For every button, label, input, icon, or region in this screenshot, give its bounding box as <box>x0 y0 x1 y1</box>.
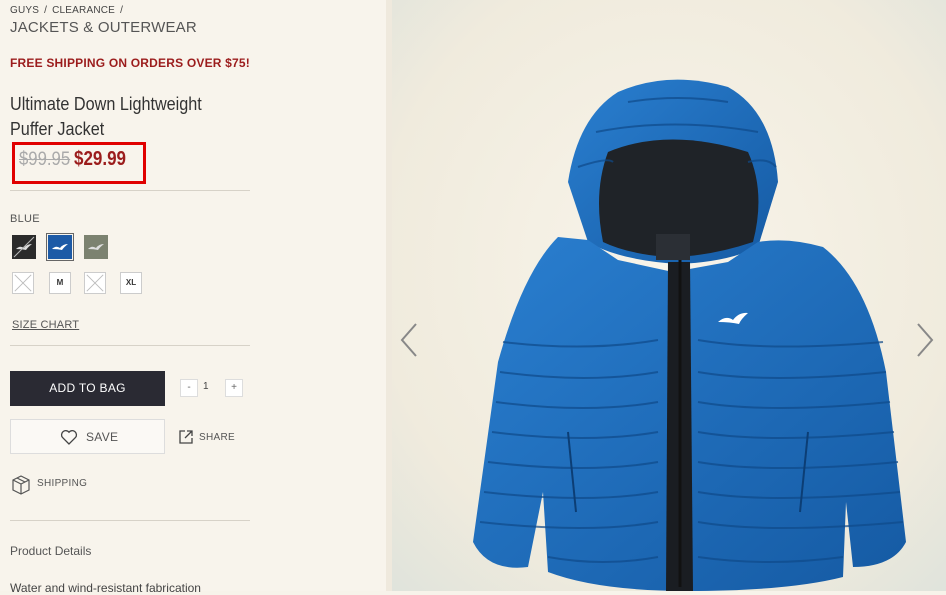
breadcrumb: GUYS / CLEARANCE / <box>10 5 128 16</box>
breadcrumb-clearance[interactable]: CLEARANCE <box>52 5 115 16</box>
quantity-increase-button[interactable]: + <box>225 379 243 397</box>
swatch-black-icon <box>12 235 36 259</box>
size-option-unavailable[interactable] <box>12 272 34 294</box>
product-info-panel: GUYS / CLEARANCE / JACKETS & OUTERWEAR FREE… <box>0 0 386 595</box>
divider <box>10 520 250 521</box>
jacket-product-image[interactable] <box>428 72 908 591</box>
unavailable-cross-icon <box>14 274 32 292</box>
box-icon <box>12 475 30 495</box>
sale-price: $29.99 <box>74 148 126 170</box>
size-option-m[interactable]: M <box>49 272 71 294</box>
swatch-olive[interactable] <box>84 235 108 259</box>
size-label: M <box>56 278 64 287</box>
product-title-line-2: Puffer Jacket <box>10 119 105 139</box>
original-price: $99.95 <box>19 149 71 170</box>
size-chart-link[interactable]: SIZE CHART <box>12 319 79 331</box>
save-button[interactable]: SAVE <box>10 419 165 454</box>
selected-color-label: BLUE <box>10 213 40 225</box>
unavailable-cross-icon <box>86 274 104 292</box>
swatch-blue[interactable] <box>46 233 74 261</box>
breadcrumb-separator: / <box>120 5 124 16</box>
heart-icon <box>60 430 78 445</box>
product-title-line-1: Ultimate Down Lightweight <box>10 94 202 114</box>
size-label: XL <box>125 278 137 287</box>
size-option-xl[interactable]: XL <box>120 272 142 294</box>
product-title: Ultimate Down Lightweight Puffer Jacket <box>10 92 226 142</box>
promo-banner: FREE SHIPPING ON ORDERS OVER $75! <box>10 56 250 70</box>
breadcrumb-guys[interactable]: GUYS <box>10 5 39 16</box>
chevron-left-icon[interactable] <box>398 320 420 360</box>
breadcrumb-separator: / <box>44 5 48 16</box>
share-icon[interactable] <box>178 429 194 445</box>
shipping-link[interactable]: SHIPPING <box>37 478 87 489</box>
divider <box>10 345 250 346</box>
add-to-bag-button[interactable]: ADD TO BAG <box>10 371 165 406</box>
share-link[interactable]: SHARE <box>199 432 235 443</box>
category-title[interactable]: JACKETS & OUTERWEAR <box>10 19 197 36</box>
save-label: SAVE <box>86 430 119 444</box>
swatch-black[interactable] <box>12 235 36 259</box>
quantity-decrease-button[interactable]: - <box>180 379 198 397</box>
product-image-gallery <box>392 0 946 591</box>
swatch-blue-icon <box>48 235 72 259</box>
quantity-value: 1 <box>203 381 209 392</box>
size-option-unavailable[interactable] <box>84 272 106 294</box>
swatch-olive-icon <box>84 235 108 259</box>
product-details-text: Water and wind-resistant fabrication <box>10 581 201 595</box>
divider <box>10 190 250 191</box>
chevron-right-icon[interactable] <box>914 320 936 360</box>
product-details-heading[interactable]: Product Details <box>10 544 91 558</box>
